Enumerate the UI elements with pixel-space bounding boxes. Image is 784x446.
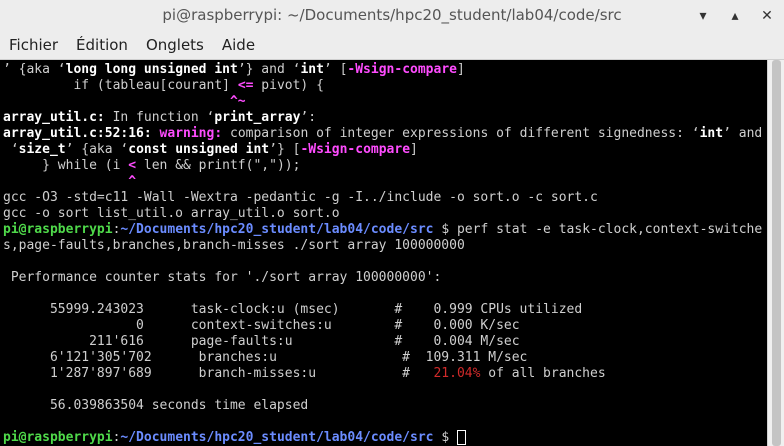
- text-cursor: [456, 430, 466, 445]
- menu-fichier[interactable]: Fichier: [0, 36, 67, 54]
- menu-bar: Fichier Édition Onglets Aide: [0, 31, 784, 60]
- maximize-icon[interactable]: ▴: [724, 5, 746, 27]
- prompt-user: pi@raspberrypi: [3, 430, 113, 445]
- terminal-window: pi@raspberrypi: ~/Documents/hpc20_studen…: [0, 0, 784, 446]
- prompt-user: pi@raspberrypi: [3, 222, 113, 237]
- perf-stat-row: 6'121'305'702 branches:u # 109.311 M/sec: [3, 350, 528, 365]
- perf-stat-row: 211'616 page-faults:u # 0.004 M/sec: [3, 334, 520, 349]
- elapsed-time: 56.039863504 seconds time elapsed: [3, 398, 309, 413]
- command-text: perf stat -e task-clock,context-switche: [449, 222, 763, 237]
- menu-onglets[interactable]: Onglets: [137, 36, 213, 54]
- output-line: if (tableau[courant] <= pivot) {: [3, 78, 324, 93]
- output-line: ‘size_t’ {aka ‘const unsigned int’} [-Ws…: [3, 142, 418, 157]
- output-line: } while (i < len && printf(","));: [3, 158, 301, 173]
- branch-miss-rate: 21.04%: [433, 366, 481, 381]
- output-line: gcc -O3 -std=c11 -Wall -Wextra -pedantic…: [3, 190, 598, 205]
- title-bar[interactable]: pi@raspberrypi: ~/Documents/hpc20_studen…: [0, 0, 784, 32]
- output-line: ^: [128, 174, 137, 189]
- perf-stat-row: 1'287'897'689 branch-misses:u # 21.04% o…: [3, 366, 606, 381]
- output-line: ’ {aka ‘long long unsigned int’} and ‘in…: [3, 62, 465, 77]
- perf-stat-row: 0 context-switches:u # 0.000 K/sec: [3, 318, 520, 333]
- window-title: pi@raspberrypi: ~/Documents/hpc20_studen…: [162, 6, 622, 24]
- scrollbar-thumb[interactable]: [772, 60, 781, 446]
- prompt-line: pi@raspberrypi:~/Documents/hpc20_student…: [3, 222, 763, 237]
- minimize-icon[interactable]: ▾: [692, 5, 714, 27]
- perf-header: Performance counter stats for './sort ar…: [3, 270, 442, 285]
- menu-edition[interactable]: Édition: [67, 36, 137, 54]
- prompt-line[interactable]: pi@raspberrypi:~/Documents/hpc20_student…: [3, 430, 466, 446]
- output-line: gcc -o sort list_util.o array_util.o sor…: [3, 206, 340, 221]
- menu-aide[interactable]: Aide: [213, 36, 264, 54]
- output-line: array_util.c:52:16: warning: comparison …: [3, 126, 763, 141]
- terminal-output[interactable]: ’ {aka ‘long long unsigned int’} and ‘in…: [0, 60, 767, 446]
- output-line: ^~: [229, 94, 246, 109]
- prompt-path: ~/Documents/hpc20_student/lab04/code/src: [120, 430, 434, 445]
- output-line: array_util.c: In function ‘print_array’:: [3, 110, 317, 125]
- close-icon[interactable]: ✕: [756, 5, 778, 27]
- perf-stat-row: 55999.243023 task-clock:u (msec) # 0.999…: [3, 302, 583, 317]
- scrollbar[interactable]: [767, 60, 784, 446]
- output-line: s,page-faults,branches,branch-misses ./s…: [3, 238, 465, 253]
- prompt-path: ~/Documents/hpc20_student/lab04/code/src: [120, 222, 434, 237]
